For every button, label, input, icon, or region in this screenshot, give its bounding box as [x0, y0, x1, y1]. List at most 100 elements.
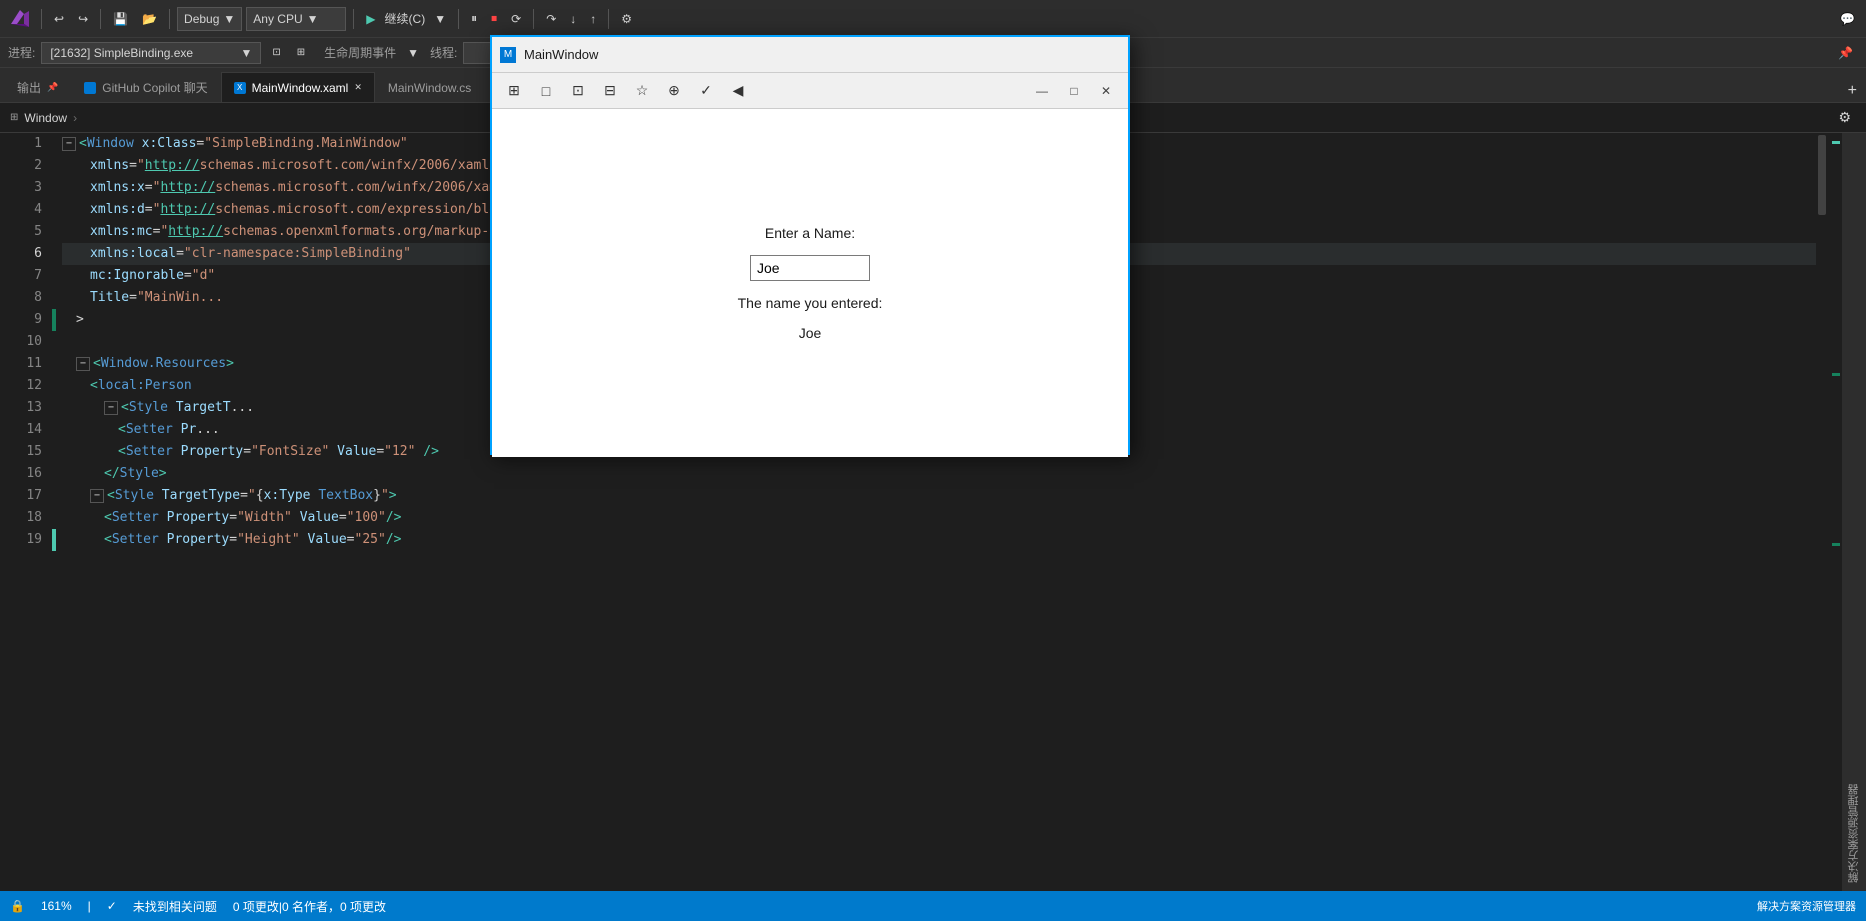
ln-1: 1: [0, 133, 42, 155]
ln-3: 3: [0, 177, 42, 199]
zoom-icon[interactable]: 🔒: [10, 899, 25, 913]
continue-dropdown-btn[interactable]: ▼: [429, 10, 451, 28]
pin-btn[interactable]: 📌: [1833, 44, 1858, 62]
lifecycle-arrow[interactable]: ▼: [402, 44, 424, 62]
win-close-btn[interactable]: ✕: [1092, 79, 1120, 103]
sep2: [100, 9, 101, 29]
editor-settings-btn[interactable]: ⚙: [1833, 107, 1856, 128]
ln-16: 16: [0, 463, 42, 485]
design-tool-5[interactable]: ☆: [628, 79, 656, 103]
result-label: The name you entered:: [738, 295, 883, 311]
ln-6: 6: [0, 243, 42, 265]
tab-mainwindow-xaml[interactable]: X MainWindow.xaml ✕: [221, 72, 375, 102]
sep5: [458, 9, 459, 29]
design-tool-8[interactable]: ◀: [724, 79, 752, 103]
tab-output[interactable]: 输出 📌: [4, 72, 71, 102]
floating-title-text: MainWindow: [524, 47, 1120, 62]
right-panel-toggle[interactable]: 解决方案资源管理器: [1842, 133, 1866, 891]
right-panel-label: 解决方案资源管理器: [1846, 784, 1862, 883]
design-tool-6[interactable]: ⊕: [660, 79, 688, 103]
ln-15: 15: [0, 441, 42, 463]
collapse-1[interactable]: −: [62, 137, 76, 151]
design-tool-2[interactable]: □: [532, 79, 560, 103]
gutter-col: [50, 133, 56, 891]
breadcrumb-icon: ⊞: [10, 112, 18, 123]
right-scrollbar[interactable]: [1816, 133, 1828, 891]
tab-output-pin[interactable]: 📌: [47, 82, 58, 93]
cpu-label: Any CPU: [253, 12, 302, 26]
sep3: [169, 9, 170, 29]
run-btn[interactable]: ▶: [361, 10, 380, 28]
process-arrow: ▼: [240, 46, 252, 60]
code-line-17: − <Style TargetType="{x:Type TextBox}">: [62, 485, 1816, 507]
collapse-13[interactable]: −: [104, 401, 118, 415]
xaml-icon: X: [234, 82, 246, 94]
save-btn[interactable]: 💾: [108, 10, 133, 28]
ln-7: 7: [0, 265, 42, 287]
ln-9: 9: [0, 309, 42, 331]
zoom-level[interactable]: 161%: [41, 899, 72, 913]
ln-8: 8: [0, 287, 42, 309]
collapse-11[interactable]: −: [76, 357, 90, 371]
design-tool-3[interactable]: ⊡: [564, 79, 592, 103]
ln-11: 11: [0, 353, 42, 375]
ln-14: 14: [0, 419, 42, 441]
lifecycle-label: 生命周期事件: [324, 44, 396, 61]
ln-12: 12: [0, 375, 42, 397]
step-into-btn[interactable]: ↓: [565, 10, 581, 28]
tab-copilot-label: GitHub Copilot 聊天: [102, 79, 207, 96]
line-numbers-col: 1 2 3 4 5 6 7 8 9 10 11 12 13 14 15 16 1…: [0, 133, 50, 891]
collapse-17[interactable]: −: [90, 489, 104, 503]
vs-logo[interactable]: [6, 5, 34, 33]
ln-4: 4: [0, 199, 42, 221]
process-dropdown[interactable]: [21632] SimpleBinding.exe ▼: [41, 42, 261, 64]
tab-copilot[interactable]: GitHub Copilot 聊天: [71, 72, 220, 102]
sep1: [41, 9, 42, 29]
settings-btn[interactable]: ⚙: [616, 10, 637, 28]
process-select-btn[interactable]: ⊡: [267, 45, 285, 60]
process-label: 进程:: [8, 44, 35, 61]
restart-btn[interactable]: ⟳: [506, 10, 526, 28]
step-over-btn[interactable]: ↷: [541, 10, 561, 28]
floating-window-content: Enter a Name: The name you entered: Joe: [492, 109, 1128, 457]
open-btn[interactable]: 📂: [137, 10, 162, 28]
sep4: [353, 9, 354, 29]
status-separator: |: [88, 899, 91, 913]
new-tab-btn[interactable]: +: [1843, 80, 1862, 102]
debug-dropdown[interactable]: Debug ▼: [177, 7, 242, 31]
name-textbox[interactable]: [750, 255, 870, 281]
pause-btn[interactable]: ⏸: [466, 9, 482, 28]
win-minimize-btn[interactable]: —: [1028, 79, 1056, 103]
breadcrumb-left[interactable]: Window: [24, 111, 67, 125]
tab-modified-icon: ✕: [354, 82, 362, 93]
design-tool-7[interactable]: ✓: [692, 79, 720, 103]
undo-btn[interactable]: ↩: [49, 10, 69, 28]
stop-btn[interactable]: ⏹: [486, 9, 502, 28]
thread-label: 线程:: [430, 44, 457, 61]
right-panel-btn[interactable]: 解决方案资源管理器: [1757, 898, 1856, 914]
redo-btn[interactable]: ↪: [73, 10, 93, 28]
sep6: [533, 9, 534, 29]
floating-title-icon: M: [500, 47, 516, 63]
no-issues-label[interactable]: 未找到相关问题: [133, 898, 217, 915]
cpu-arrow: ▼: [307, 12, 319, 26]
process-extra-btn[interactable]: ⊞: [292, 45, 310, 60]
win-maximize-btn[interactable]: □: [1060, 79, 1088, 103]
changes-label: 0 项更改|0 名作者，0 项更改: [233, 898, 386, 915]
scrollbar-thumb[interactable]: [1818, 135, 1826, 215]
gutter-dot-9: [52, 309, 56, 331]
tab-xaml-label: MainWindow.xaml: [252, 81, 349, 95]
ruler-mark-3: [1832, 543, 1840, 546]
step-out-btn[interactable]: ↑: [585, 10, 601, 28]
cpu-dropdown[interactable]: Any CPU ▼: [246, 7, 346, 31]
no-issues-icon: ✓: [107, 899, 117, 913]
ln-19: 19: [0, 529, 42, 551]
enter-name-label: Enter a Name:: [765, 225, 855, 241]
tab-mainwindow-cs[interactable]: MainWindow.cs: [375, 72, 484, 102]
design-tool-4[interactable]: ⊟: [596, 79, 624, 103]
gutter-dot-19: [52, 529, 56, 551]
overview-ruler: [1828, 133, 1842, 891]
copilot-icon: [84, 82, 96, 94]
feedback-btn[interactable]: 💬: [1835, 10, 1860, 28]
design-tool-1[interactable]: ⊞: [500, 79, 528, 103]
